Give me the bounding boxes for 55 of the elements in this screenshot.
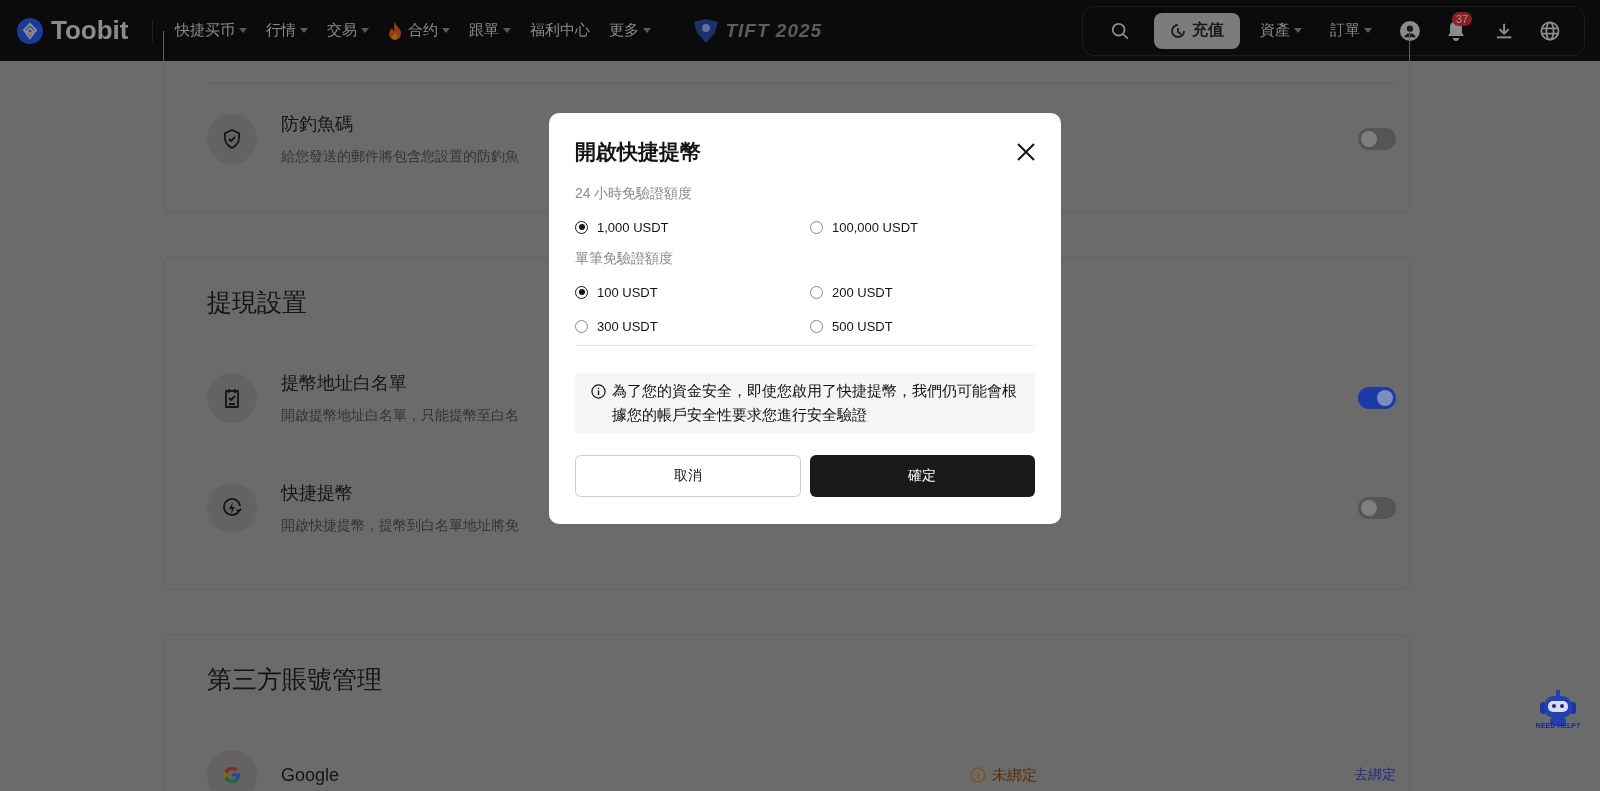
caret-icon — [643, 28, 652, 33]
toggle-switch[interactable] — [1358, 387, 1396, 409]
brand-name[interactable]: Toobit — [51, 15, 129, 46]
info-icon — [591, 384, 606, 399]
globe-icon[interactable] — [1540, 19, 1560, 42]
setting-title: 快捷提幣 — [281, 482, 353, 505]
dialog-title: 開啟快捷提幣 — [575, 139, 701, 165]
nav-link[interactable]: 快捷买币 — [175, 21, 248, 40]
setting-title: Google — [281, 764, 340, 786]
radio-option[interactable]: 100 USDT — [575, 283, 810, 301]
notice-text: 為了您的資金安全，即使您啟用了快捷提幣，我們仍可能會根據您的帳戶安全性要求您進行安全驗證 — [612, 381, 1018, 425]
radio-option[interactable]: 300 USDT — [575, 317, 810, 335]
caret-icon — [1294, 28, 1303, 33]
clock-arrow-icon — [1170, 22, 1187, 39]
notification-badge: 37 — [1451, 12, 1473, 26]
caret-icon — [239, 28, 248, 33]
nav-link[interactable]: 行情 — [266, 21, 309, 40]
binding-status: 未綁定 — [970, 765, 1330, 785]
caret-icon — [442, 28, 451, 33]
close-icon[interactable] — [1017, 143, 1035, 161]
deposit-button[interactable]: 充值 — [1154, 12, 1241, 49]
option-group-label: 24 小時免驗證額度 — [575, 185, 693, 203]
search-icon[interactable] — [1111, 20, 1130, 41]
caret-icon — [361, 28, 370, 33]
option-group-label: 單筆免驗證額度 — [575, 250, 673, 268]
caret-icon — [1364, 28, 1373, 33]
section-title: 第三方賬號管理 — [207, 664, 382, 695]
radio-option[interactable]: 100,000 USDT — [810, 218, 1035, 236]
nav-link[interactable]: 跟單 — [469, 21, 512, 40]
radio-option[interactable]: 200 USDT — [810, 283, 1035, 301]
caret-icon — [503, 28, 512, 33]
setting-title: 提幣地址白名單 — [281, 372, 407, 395]
robot-icon[interactable] — [1538, 690, 1578, 726]
download-icon[interactable] — [1495, 21, 1513, 40]
cancel-button[interactable]: 取消 — [575, 455, 801, 497]
logo-icon — [17, 17, 43, 44]
avatar-icon[interactable] — [1400, 19, 1420, 42]
info-icon — [970, 767, 986, 783]
menu-dropdown[interactable]: 資產 — [1260, 21, 1303, 40]
caret-icon — [300, 28, 309, 33]
nav-link[interactable]: 更多 — [609, 21, 652, 40]
radio-option[interactable]: 1,000 USDT — [575, 218, 810, 236]
shield-emblem-icon — [693, 18, 720, 43]
event-logo-text[interactable]: TIFT 2025 — [725, 19, 823, 42]
setting-title: 防釣魚碼 — [281, 113, 353, 136]
radio-option[interactable]: 500 USDT — [810, 317, 1035, 335]
section-title: 提現設置 — [207, 287, 307, 318]
nav-link[interactable]: 交易 — [327, 21, 370, 40]
nav-link[interactable]: 福利中心 — [530, 21, 591, 40]
toggle-switch[interactable] — [1358, 497, 1396, 519]
menu-dropdown[interactable]: 訂單 — [1330, 21, 1373, 40]
nav-link[interactable]: 合约 — [388, 21, 451, 40]
flame-icon — [388, 21, 403, 40]
confirm-button[interactable]: 確定 — [809, 455, 1035, 497]
toggle-switch[interactable] — [1358, 128, 1396, 150]
